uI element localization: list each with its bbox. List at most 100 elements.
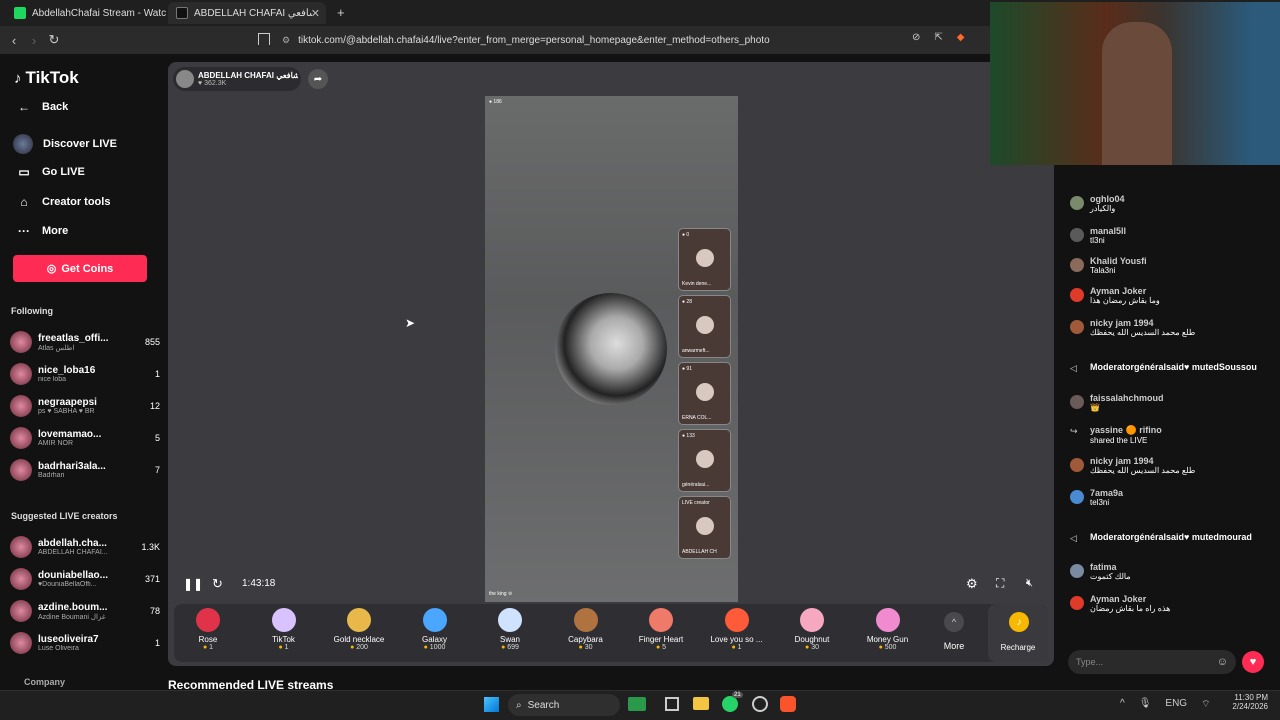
pause-icon[interactable]: ❚❚ <box>183 577 203 591</box>
list-item[interactable]: luseoliveira7 Luse Oliveira 1 <box>10 632 160 654</box>
gift-item[interactable]: Love you so ... ● 1 <box>702 608 772 651</box>
guest-panel[interactable]: ● 91 ERNA COL... <box>678 362 731 425</box>
chat-username[interactable]: Ayman Joker <box>1090 286 1160 296</box>
close-tab-icon[interactable]: ✕ <box>311 7 320 20</box>
gift-item[interactable]: Gold necklace ● 200 <box>324 608 394 651</box>
coin-icon: ◎ <box>46 263 57 275</box>
emoji-icon[interactable]: ☺ <box>1217 656 1228 668</box>
chat-avatar[interactable] <box>1070 395 1084 409</box>
wifi-icon[interactable]: ⌔ <box>1201 698 1210 711</box>
chat-username[interactable]: nicky jam 1994 <box>1090 318 1195 328</box>
gift-item[interactable]: Capybara ● 30 <box>551 608 621 651</box>
chat-username[interactable]: manal5ll <box>1090 226 1126 236</box>
chat-username[interactable]: faissalahchmoud <box>1090 393 1164 403</box>
gift-item[interactable]: Rose ● 1 <box>173 608 243 651</box>
browser-tab-1[interactable]: AbdellahChafai Stream - Watch Live o <box>6 2 166 24</box>
refresh-icon[interactable]: ↻ <box>212 576 223 592</box>
chat-username[interactable]: Khalid Yousfi <box>1090 256 1147 266</box>
back-nav-icon[interactable]: ‹ <box>4 33 24 48</box>
tiktok-note-icon: ♪ <box>14 69 22 87</box>
chat-username[interactable]: Moderatorgénéralsaid♥ mutedmourad <box>1090 532 1252 542</box>
gift-item[interactable]: Finger Heart ● 5 <box>626 608 696 651</box>
chat-username[interactable]: Ayman Joker <box>1090 594 1170 604</box>
like-heart-icon[interactable]: ♥ <box>1242 651 1264 673</box>
nav-more[interactable]: ··· More <box>16 224 68 238</box>
nav-label: Creator tools <box>42 196 111 208</box>
chat-username[interactable]: nicky jam 1994 <box>1090 456 1195 466</box>
guest-panel[interactable]: ● 133 généralsai... <box>678 429 731 492</box>
chat-avatar[interactable] <box>1070 564 1084 578</box>
guest-panel[interactable]: LIVE creator ABDELLAH CH <box>678 496 731 559</box>
chat-avatar[interactable] <box>1070 258 1084 272</box>
windows-start-icon[interactable] <box>484 697 499 712</box>
chat-username[interactable]: oghlo04 <box>1090 194 1125 204</box>
chat-username[interactable]: yassine 🟠 rifino <box>1090 425 1162 436</box>
brave-browser-icon[interactable] <box>780 696 796 712</box>
chevron-up-icon[interactable]: ^ <box>944 612 964 632</box>
gift-item[interactable]: Doughnut ● 30 <box>777 608 847 651</box>
list-item[interactable]: lovemamao... AMIR NOR 5 <box>10 427 160 449</box>
chat-username[interactable]: fatima <box>1090 562 1131 572</box>
flag-widget-icon[interactable] <box>628 697 646 711</box>
forward-nav-icon[interactable]: › <box>24 33 44 48</box>
gift-icon <box>422 608 447 632</box>
back-button[interactable]: ← Back <box>16 100 68 114</box>
more-gifts-button[interactable]: More <box>936 641 972 651</box>
settings-icon[interactable]: ⚙ <box>966 576 978 592</box>
nav-creator-tools[interactable]: ⌂ Creator tools <box>16 195 110 209</box>
chat-message: manal5ll tl3ni <box>1070 226 1275 245</box>
chat-avatar[interactable] <box>1070 596 1084 610</box>
browser-tab-2[interactable]: ABDELLAH CHAFAI عبدالله شافعي ✕ <box>168 2 326 24</box>
chat-avatar[interactable] <box>1070 228 1084 242</box>
new-tab-button[interactable]: + <box>337 5 345 20</box>
no-tracking-icon[interactable]: ⊘ <box>912 32 920 43</box>
list-item[interactable]: negraapepsi ps ♥ SABHA ♥ BR 12 <box>10 395 160 417</box>
brave-shield-icon[interactable]: ◆ <box>957 32 965 43</box>
chevron-up-icon[interactable]: ^ <box>1120 698 1125 711</box>
list-item[interactable]: azdine.boum... Azdine Boumani غزال 78 <box>10 600 160 622</box>
fullscreen-icon[interactable]: ⛶ <box>996 576 1004 591</box>
gift-item[interactable]: TikTok ● 1 <box>249 608 319 651</box>
company-link[interactable]: Company <box>24 677 65 687</box>
clock[interactable]: 11:30 PM 2/24/2026 <box>1226 693 1268 711</box>
language-indicator[interactable]: ENG <box>1165 698 1187 711</box>
bookmark-icon[interactable] <box>258 33 270 45</box>
whatsapp-icon[interactable] <box>722 696 738 712</box>
file-explorer-icon[interactable] <box>693 697 709 710</box>
gift-item[interactable]: Swan ● 699 <box>475 608 545 651</box>
list-item[interactable]: badrhari3ala... Badrhari 7 <box>10 459 160 481</box>
task-view-icon[interactable] <box>665 697 679 711</box>
share-page-icon[interactable]: ⇱ <box>934 32 942 43</box>
app-icon[interactable] <box>752 696 768 712</box>
reload-icon[interactable]: ↻ <box>44 32 64 48</box>
following-heading: Following <box>11 306 53 316</box>
tiktok-logo[interactable]: ♪ TikTok <box>14 68 79 88</box>
host-info[interactable]: ABDELLAH CHAFAI شافعي... ♥ 362.3K <box>173 67 301 91</box>
list-item[interactable]: nice_loba16 nice loba 1 <box>10 363 160 385</box>
gift-name: Swan <box>499 635 520 644</box>
chat-username[interactable]: Moderatorgénéralsaid♥ mutedSoussou <box>1090 362 1257 372</box>
nav-discover-live[interactable]: Discover LIVE <box>13 134 117 154</box>
list-item[interactable]: douniabellao... ♥DouniaBellaOffi... 371 <box>10 568 160 590</box>
microphone-icon[interactable]: 🎙︎ <box>1139 698 1152 711</box>
chat-username[interactable]: 7ama9a <box>1090 488 1123 498</box>
list-item[interactable]: freeatlas_offi... Atlas اطلس 855 <box>10 331 160 353</box>
chat-avatar[interactable] <box>1070 196 1084 210</box>
taskbar-search[interactable]: ⌕ Search <box>508 694 620 716</box>
gift-item[interactable]: Money Gun ● 500 <box>853 608 923 651</box>
chat-avatar[interactable] <box>1070 320 1084 334</box>
share-icon[interactable]: ➦ <box>308 69 328 89</box>
guest-panel[interactable]: ● 28 anwarmeft... <box>678 295 731 358</box>
chat-avatar[interactable] <box>1070 490 1084 504</box>
nav-go-live[interactable]: ▭ Go LIVE <box>16 165 84 179</box>
chat-avatar[interactable] <box>1070 288 1084 302</box>
gift-item[interactable]: Galaxy ● 1000 <box>400 608 470 651</box>
get-coins-button[interactable]: ◎ Get Coins <box>13 255 147 282</box>
chat-input[interactable]: Type... ☺ <box>1068 650 1236 674</box>
mute-icon[interactable]: 🔇︎ <box>1026 577 1033 590</box>
chat-avatar[interactable] <box>1070 458 1084 472</box>
list-item[interactable]: abdellah.cha... ABDELLAH CHAFAI... 1.3K <box>10 536 160 558</box>
url-field[interactable]: ⚙ tiktok.com/@abdellah.chafai44/live?ent… <box>282 31 770 49</box>
site-info-icon[interactable]: ⚙ <box>282 35 290 46</box>
guest-panel[interactable]: ● 0 Kevin dene... <box>678 228 731 291</box>
